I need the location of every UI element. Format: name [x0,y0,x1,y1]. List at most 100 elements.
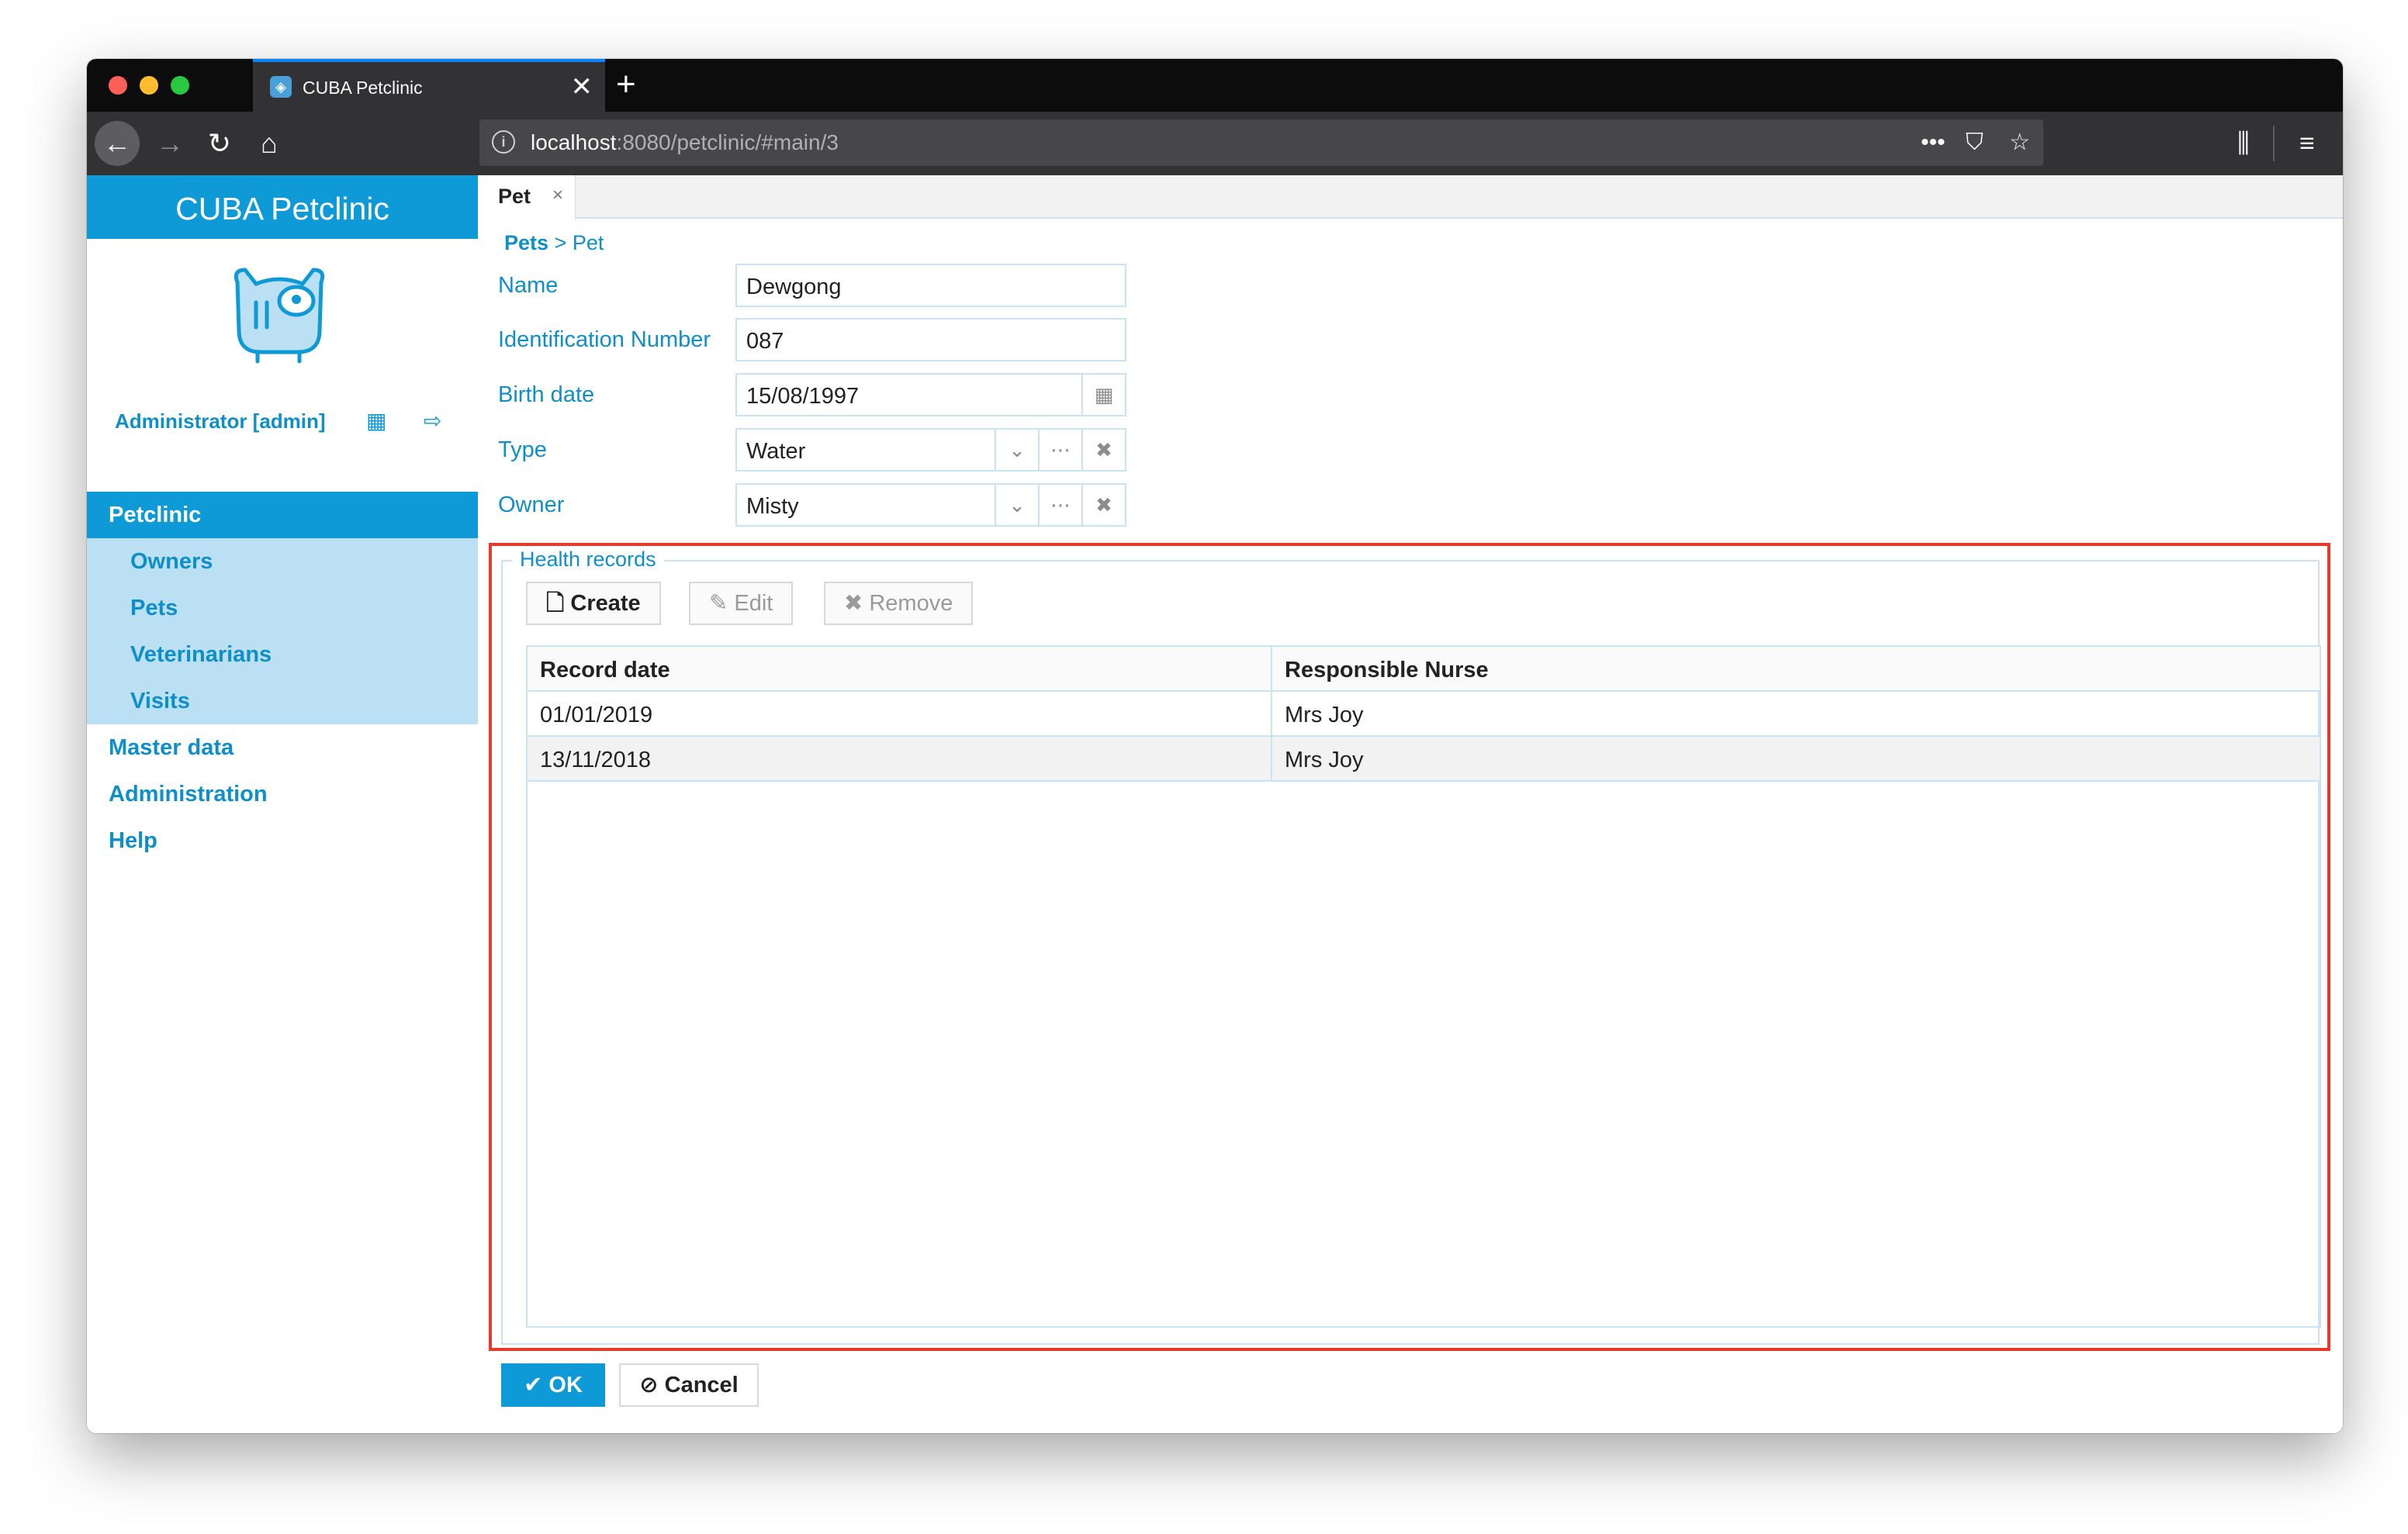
close-tab-icon[interactable]: × [552,185,563,206]
menu-item-pets[interactable]: Pets [87,585,478,631]
owner-value: Misty [746,494,799,519]
user-name: Administrator [admin] [115,409,326,433]
create-label: Create [570,591,641,616]
maximize-window-button[interactable] [171,76,189,95]
logout-icon[interactable]: ⇨ [424,408,441,434]
table-row[interactable]: 13/11/2018 Mrs Joy [528,737,2320,782]
remove-button[interactable]: ✖ Remove [824,582,974,625]
identification-number-label: Identification Number [498,327,711,352]
birth-date-label: Birth date [498,382,595,407]
url-bar[interactable]: i localhost:8080/petclinic/#main/3 ••• ⛉… [479,119,2043,166]
forward-arrow-icon[interactable]: → [147,121,192,166]
menu-item-visits[interactable]: Visits [87,678,478,724]
edit-button[interactable]: ✎ Edit [689,582,794,625]
workspace-tabs: Pet × [478,175,2343,220]
remove-label: Remove [869,591,953,616]
type-label: Type [498,437,547,462]
record-date-cell: 13/11/2018 [540,748,651,772]
cancel-label: Cancel [664,1373,739,1398]
clear-x-icon[interactable]: ✖ [1081,430,1125,470]
birth-date-field[interactable]: 15/08/1997 ▦ [735,373,1126,416]
url-text[interactable]: localhost:8080/petclinic/#main/3 [531,130,839,155]
owner-row: Owner Misty ⌄ ⋯ ✖ [498,483,1150,527]
cancel-button[interactable]: ⊘ Cancel [619,1363,759,1407]
close-tab-icon[interactable]: ✕ [571,71,593,102]
record-date-cell: 01/01/2019 [540,703,653,727]
owner-label: Owner [498,492,565,517]
birth-date-value: 15/08/1997 [746,384,860,409]
menu-item-owners[interactable]: Owners [87,538,478,585]
menu-item-administration[interactable]: Administration [87,771,478,817]
checkmark-icon: ✔ [524,1373,549,1398]
breadcrumb: Pets > Pet [504,231,604,255]
menu-item-petclinic[interactable]: Petclinic [87,492,478,538]
column-header-record-date[interactable]: Record date [540,658,670,683]
menu-item-master-data[interactable]: Master data [87,724,478,771]
petclinic-logo-icon [234,268,325,364]
name-row: Name Dewgong [498,264,1150,307]
remove-x-icon: ✖ [844,591,870,616]
identification-number-value: 087 [746,329,784,354]
chevron-down-icon[interactable]: ⌄ [995,430,1038,470]
table-row[interactable]: 01/01/2019 Mrs Joy [528,692,2320,737]
main-workspace: Pet × Pets > Pet Name Dewgong Identifica… [478,175,2343,1433]
close-window-button[interactable] [109,76,127,95]
back-arrow-icon[interactable]: ← [95,121,140,166]
site-info-icon[interactable]: i [492,130,515,154]
edit-label: Edit [734,591,773,616]
document-icon: 🗋 [546,591,571,616]
type-value: Water [746,439,806,464]
owner-picker-field[interactable]: Misty ⌄ ⋯ ✖ [735,483,1126,527]
ok-label: OK [548,1373,583,1398]
page-actions-icon[interactable]: ••• [1921,127,1946,158]
name-field[interactable]: Dewgong [735,264,1126,307]
main-menu: Petclinic Owners Pets Veterinarians Visi… [87,492,478,864]
menu-item-help[interactable]: Help [87,817,478,864]
hamburger-menu-icon[interactable]: ≡ [2299,121,2315,166]
sidebar: CUBA Petclinic Administrator [admin] ▦ ⇨… [87,175,478,1433]
home-icon[interactable]: ⌂ [247,121,292,166]
clear-x-icon[interactable]: ✖ [1081,485,1125,525]
browser-tab-strip: ◈ CUBA Petclinic ✕ + [87,59,2343,112]
page: ◈ CUBA Petclinic ✕ + ← → ↻ ⌂ i localhost… [0,0,2408,1534]
type-picker-field[interactable]: Water ⌄ ⋯ ✖ [735,428,1126,472]
calendar-icon[interactable]: ▦ [1081,375,1125,415]
responsible-nurse-cell: Mrs Joy [1285,703,1364,727]
column-divider [1271,647,1272,782]
type-row: Type Water ⌄ ⋯ ✖ [498,428,1150,472]
breadcrumb-current: Pet [572,231,604,254]
menu-item-veterinarians[interactable]: Veterinarians [87,631,478,678]
library-icon[interactable]: ⫼ [2237,121,2250,166]
bookmark-star-icon[interactable]: ☆ [2009,127,2030,158]
minimize-window-button[interactable] [140,76,158,95]
petclinic-submenu: Owners Pets Veterinarians Visits [87,538,478,724]
reload-icon[interactable]: ↻ [197,121,242,166]
browser-window: ◈ CUBA Petclinic ✕ + ← → ↻ ⌂ i localhost… [87,59,2343,1433]
pocket-icon[interactable]: ⛉ [1966,127,1984,158]
breadcrumb-pets-link[interactable]: Pets [504,231,548,254]
cancel-ban-icon: ⊘ [639,1373,665,1398]
pencil-icon: ✎ [709,591,735,616]
create-button[interactable]: 🗋 Create [526,582,661,625]
identification-number-field[interactable]: 087 [735,318,1126,361]
cuba-favicon-icon: ◈ [270,76,292,98]
chevron-down-icon[interactable]: ⌄ [995,485,1038,525]
health-records-caption: Health records [512,548,664,572]
lookup-ellipsis-icon[interactable]: ⋯ [1038,485,1081,525]
ok-button[interactable]: ✔ OK [501,1363,605,1407]
name-value: Dewgong [746,275,842,299]
tab-pet[interactable]: Pet × [478,175,576,220]
column-header-responsible-nurse[interactable]: Responsible Nurse [1285,658,1489,683]
browser-tab[interactable]: ◈ CUBA Petclinic ✕ [253,59,605,112]
new-tab-button[interactable]: + [616,65,636,104]
health-records-table[interactable]: Record date Responsible Nurse 01/01/2019… [526,645,2321,1328]
lookup-ellipsis-icon[interactable]: ⋯ [1038,430,1081,470]
toolbar-divider [2273,126,2275,161]
app-title: CUBA Petclinic [87,175,478,239]
browser-nav-bar: ← → ↻ ⌂ i localhost:8080/petclinic/#main… [87,112,2343,175]
health-records-group: Health records 🗋 Create ✎ Edit ✖ Remove … [501,548,2321,1345]
new-window-icon[interactable]: ▦ [366,408,386,434]
breadcrumb-separator: > [554,231,567,254]
user-info: Administrator [admin] ▦ ⇨ [115,408,459,436]
url-path: :8080/petclinic/#main/3 [616,130,839,154]
